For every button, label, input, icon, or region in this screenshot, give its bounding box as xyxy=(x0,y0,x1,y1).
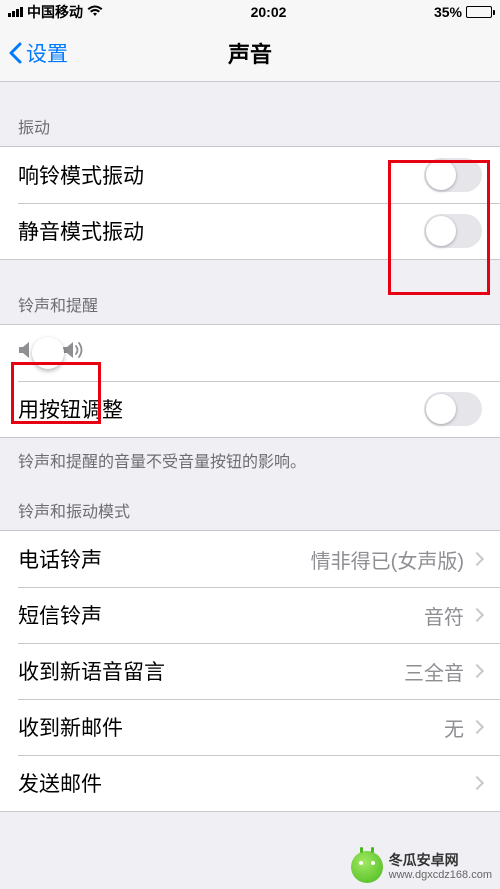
row-value: 无 xyxy=(444,713,464,742)
watermark-logo-icon xyxy=(351,851,383,883)
battery-pct: 35% xyxy=(434,4,462,20)
section-footer-ringer: 铃声和提醒的音量不受音量按钮的影响。 xyxy=(0,438,500,480)
slider-thumb[interactable] xyxy=(32,337,64,369)
row-label: 电话铃声 xyxy=(18,544,311,574)
speaker-high-icon xyxy=(62,341,86,365)
row-vibrate-on-silent[interactable]: 静音模式振动 xyxy=(0,203,500,259)
back-label: 设置 xyxy=(26,38,68,68)
chevron-right-icon xyxy=(470,664,484,678)
row-text-tone[interactable]: 短信铃声 音符 xyxy=(0,587,500,643)
row-label: 发送邮件 xyxy=(18,768,464,798)
row-label: 收到新邮件 xyxy=(18,712,444,742)
row-volume-slider xyxy=(0,325,500,381)
section-header-ringer: 铃声和提醒 xyxy=(0,260,500,324)
chevron-left-icon xyxy=(8,42,22,64)
row-label: 收到新语音留言 xyxy=(18,656,404,686)
watermark-url: www.dgxcdz168.com xyxy=(389,869,492,881)
signal-icon xyxy=(8,7,23,17)
row-sent-mail[interactable]: 发送邮件 xyxy=(0,755,500,811)
group-patterns: 电话铃声 情非得已(女声版) 短信铃声 音符 收到新语音留言 三全音 收到新邮件… xyxy=(0,530,500,812)
status-left: 中国移动 xyxy=(8,2,103,22)
chevron-right-icon xyxy=(470,608,484,622)
chevron-right-icon xyxy=(470,776,484,790)
toggle-vibrate-on-ring[interactable] xyxy=(424,158,482,192)
wifi-icon xyxy=(87,4,103,20)
status-right: 35% xyxy=(434,4,492,20)
row-label: 静音模式振动 xyxy=(18,216,424,246)
status-bar: 中国移动 20:02 35% xyxy=(0,0,500,24)
section-header-vibration: 振动 xyxy=(0,82,500,146)
row-value: 三全音 xyxy=(404,657,464,686)
group-vibration: 响铃模式振动 静音模式振动 xyxy=(0,146,500,260)
group-ringer: 用按钮调整 xyxy=(0,324,500,438)
row-label: 响铃模式振动 xyxy=(18,160,424,190)
carrier-label: 中国移动 xyxy=(27,2,83,22)
status-time: 20:02 xyxy=(251,4,287,20)
row-value: 情非得已(女声版) xyxy=(311,545,464,574)
page-title: 声音 xyxy=(0,37,500,69)
back-button[interactable]: 设置 xyxy=(0,38,68,68)
chevron-right-icon xyxy=(470,552,484,566)
row-new-voicemail[interactable]: 收到新语音留言 三全音 xyxy=(0,643,500,699)
watermark: 冬瓜安卓网 www.dgxcdz168.com xyxy=(351,851,492,883)
row-new-mail[interactable]: 收到新邮件 无 xyxy=(0,699,500,755)
row-label: 用按钮调整 xyxy=(18,394,424,424)
battery-icon xyxy=(466,6,492,18)
toggle-vibrate-on-silent[interactable] xyxy=(424,214,482,248)
nav-bar: 设置 声音 xyxy=(0,24,500,82)
section-header-patterns: 铃声和振动模式 xyxy=(0,480,500,530)
row-change-with-buttons[interactable]: 用按钮调整 xyxy=(0,381,500,437)
toggle-change-with-buttons[interactable] xyxy=(424,392,482,426)
row-vibrate-on-ring[interactable]: 响铃模式振动 xyxy=(0,147,500,203)
chevron-right-icon xyxy=(470,720,484,734)
row-label: 短信铃声 xyxy=(18,600,424,630)
row-ringtone[interactable]: 电话铃声 情非得已(女声版) xyxy=(0,531,500,587)
watermark-name: 冬瓜安卓网 xyxy=(389,853,492,868)
row-value: 音符 xyxy=(424,601,464,630)
